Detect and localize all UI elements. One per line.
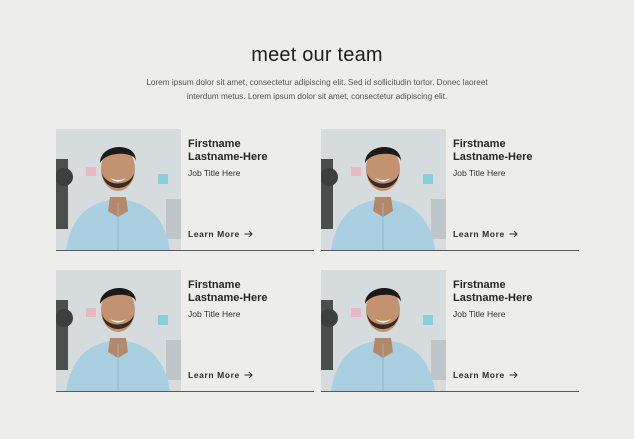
member-job-title: Job Title Here — [453, 168, 506, 178]
member-name: Firstname Lastname-Here — [188, 138, 314, 164]
team-member-card: Firstname Lastname-Here Job Title Here L… — [56, 270, 314, 392]
team-member-card: Firstname Lastname-Here Job Title Here L… — [56, 129, 314, 251]
member-last-name: Lastname-Here — [188, 292, 268, 304]
member-info: Firstname Lastname-Here Job Title Here L… — [188, 129, 314, 250]
team-member-card: Firstname Lastname-Here Job Title Here L… — [321, 270, 579, 392]
member-photo — [321, 270, 446, 391]
member-name: Firstname Lastname-Here — [453, 279, 579, 305]
member-last-name: Lastname-Here — [453, 292, 533, 304]
member-info: Firstname Lastname-Here Job Title Here L… — [453, 129, 579, 250]
member-info: Firstname Lastname-Here Job Title Here L… — [188, 270, 314, 391]
learn-more-link[interactable]: Learn More — [188, 370, 253, 380]
member-first-name: Firstname — [188, 138, 241, 150]
arrow-right-icon — [244, 371, 253, 379]
member-info: Firstname Lastname-Here Job Title Here L… — [453, 270, 579, 391]
learn-more-link[interactable]: Learn More — [453, 229, 518, 239]
member-first-name: Firstname — [188, 279, 241, 291]
learn-more-link[interactable]: Learn More — [453, 370, 518, 380]
learn-more-label: Learn More — [188, 370, 240, 380]
member-first-name: Firstname — [453, 279, 506, 291]
arrow-right-icon — [509, 230, 518, 238]
section-intro: Lorem ipsum dolor sit amet, consectetur … — [146, 78, 488, 101]
member-job-title: Job Title Here — [188, 168, 241, 178]
learn-more-label: Learn More — [453, 229, 505, 239]
arrow-right-icon — [244, 230, 253, 238]
member-job-title: Job Title Here — [188, 309, 241, 319]
learn-more-label: Learn More — [453, 370, 505, 380]
member-photo — [56, 129, 181, 250]
learn-more-label: Learn More — [188, 229, 240, 239]
section-title: meet our team — [251, 44, 383, 66]
member-last-name: Lastname-Here — [188, 151, 268, 163]
member-name: Firstname Lastname-Here — [453, 138, 579, 164]
arrow-right-icon — [509, 371, 518, 379]
member-photo — [56, 270, 181, 391]
team-section: meet our team Lorem ipsum dolor sit amet… — [0, 0, 634, 439]
member-last-name: Lastname-Here — [453, 151, 533, 163]
learn-more-link[interactable]: Learn More — [188, 229, 253, 239]
member-name: Firstname Lastname-Here — [188, 279, 314, 305]
team-member-card: Firstname Lastname-Here Job Title Here L… — [321, 129, 579, 251]
member-photo — [321, 129, 446, 250]
member-job-title: Job Title Here — [453, 309, 506, 319]
member-first-name: Firstname — [453, 138, 506, 150]
